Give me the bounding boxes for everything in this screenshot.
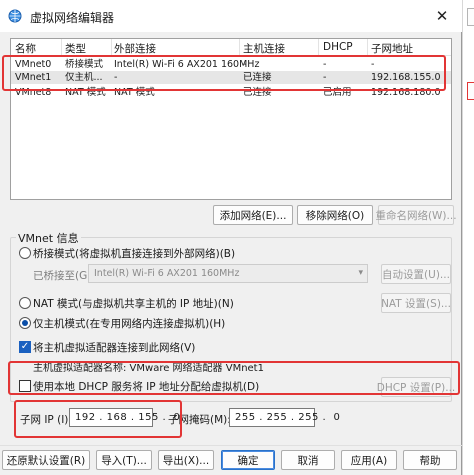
row-name: VMnet8: [15, 87, 52, 98]
use-dhcp-label[interactable]: 使用本地 DHCP 服务将 IP 地址分配给虚拟机(D): [33, 379, 259, 394]
row-dhcp: -: [323, 72, 327, 83]
window-title: 虚拟网络编辑器: [30, 11, 115, 25]
row-subnet: 192.168.155.0: [371, 72, 441, 83]
ok-button[interactable]: 确定: [221, 450, 275, 470]
adapter-name-text: 主机虚拟适配器名称: VMware 网络适配器 VMnet1: [33, 363, 264, 374]
add-network-button[interactable]: 添加网络(E)...: [213, 205, 293, 225]
host-only-label[interactable]: 仅主机模式(在专用网络内连接虚拟机)(H): [33, 316, 225, 331]
column-header-name[interactable]: 名称: [15, 41, 36, 56]
column-divider[interactable]: [239, 39, 240, 56]
bridged-to-label: 已桥接至(G):: [33, 270, 95, 282]
remove-network-button[interactable]: 移除网络(O): [297, 205, 373, 225]
nat-mode-radio[interactable]: [19, 297, 31, 309]
row-name: VMnet0: [15, 59, 52, 70]
row-host: -: [243, 59, 247, 70]
connect-adapter-checkbox[interactable]: ✓: [19, 341, 31, 353]
host-only-radio[interactable]: [19, 317, 31, 329]
rename-network-button[interactable]: 重命名网络(W)...: [375, 205, 457, 225]
column-header-subnet[interactable]: 子网地址: [371, 41, 413, 56]
chevron-down-icon: ▾: [358, 268, 363, 278]
row-external: Intel(R) Wi-Fi 6 AX201 160MHz: [114, 59, 260, 70]
column-divider[interactable]: [111, 39, 112, 56]
column-header-host[interactable]: 主机连接: [243, 41, 285, 56]
list-header: 名称 类型 外部连接 主机连接 DHCP 子网地址: [11, 39, 451, 56]
subnet-mask-label: 子网掩码(M):: [168, 414, 231, 426]
row-external: -: [114, 72, 118, 83]
row-subnet: -: [371, 59, 375, 70]
column-header-external[interactable]: 外部连接: [114, 41, 156, 56]
row-subnet: 192.168.180.0: [371, 87, 441, 98]
row-host: 已连接: [243, 87, 272, 98]
bridged-to-select[interactable]: Intel(R) Wi-Fi 6 AX201 160MHz ▾: [88, 264, 368, 283]
row-type: 仅主机...: [65, 72, 103, 83]
column-divider[interactable]: [318, 39, 319, 56]
footer-divider: [0, 445, 462, 446]
nat-settings-button[interactable]: NAT 设置(S)...: [381, 293, 451, 313]
column-divider[interactable]: [61, 39, 62, 56]
network-app-icon: [8, 9, 22, 23]
table-row[interactable]: VMnet8 NAT 模式 NAT 模式 已连接 已启用 192.168.180…: [11, 86, 451, 99]
virtual-network-editor-window: 虚拟网络编辑器 ✕ 名称 类型 外部连接 主机连接 DHCP 子网地址 VMne…: [0, 0, 462, 475]
row-external: NAT 模式: [114, 87, 155, 98]
column-divider[interactable]: [367, 39, 368, 56]
background-window-strip: [462, 0, 474, 475]
export-button[interactable]: 导出(X)...: [158, 450, 214, 470]
bridge-mode-label[interactable]: 桥接模式(将虚拟机直接连接到外部网络)(B): [33, 246, 235, 261]
row-dhcp: 已启用: [323, 87, 352, 98]
subnet-ip-label: 子网 IP (I):: [20, 414, 72, 426]
row-name: VMnet1: [15, 72, 52, 83]
import-button[interactable]: 导入(T)...: [96, 450, 152, 470]
apply-button[interactable]: 应用(A): [341, 450, 397, 470]
auto-settings-button[interactable]: 自动设置(U)...: [381, 264, 451, 284]
vmnet-info-label: VMnet 信息: [16, 230, 81, 246]
dhcp-settings-button[interactable]: DHCP 设置(P)...: [377, 377, 455, 397]
bridge-mode-radio[interactable]: [19, 247, 31, 259]
column-header-dhcp[interactable]: DHCP: [323, 41, 353, 53]
background-control-fragment: [467, 8, 474, 26]
nat-mode-label[interactable]: NAT 模式(与虚拟机共享主机的 IP 地址)(N): [33, 296, 234, 311]
restore-defaults-button[interactable]: 还原默认设置(R): [2, 450, 90, 470]
row-type: NAT 模式: [65, 87, 106, 98]
row-type: 桥接模式: [65, 59, 104, 70]
network-list[interactable]: 名称 类型 外部连接 主机连接 DHCP 子网地址 VMnet0 桥接模式 In…: [10, 38, 452, 200]
close-icon: ✕: [435, 7, 449, 25]
close-button[interactable]: ✕: [428, 4, 456, 28]
table-row-selected[interactable]: VMnet1 仅主机... - 已连接 - 192.168.155.0: [11, 71, 451, 84]
connect-adapter-label[interactable]: 将主机虚拟适配器连接到此网络(V): [33, 340, 195, 355]
row-host: 已连接: [243, 72, 272, 83]
cancel-button[interactable]: 取消: [281, 450, 335, 470]
row-dhcp: -: [323, 59, 327, 70]
title-bar: 虚拟网络编辑器 ✕: [0, 0, 462, 32]
column-header-type[interactable]: 类型: [65, 41, 86, 56]
subnet-ip-input[interactable]: 192 . 168 . 155 . 0: [69, 408, 180, 427]
subnet-mask-input[interactable]: 255 . 255 . 255 . 0: [229, 408, 340, 427]
help-button[interactable]: 帮助: [403, 450, 457, 470]
table-row[interactable]: VMnet0 桥接模式 Intel(R) Wi-Fi 6 AX201 160MH…: [11, 58, 451, 71]
use-dhcp-checkbox[interactable]: [19, 380, 31, 392]
background-control-fragment: [467, 82, 474, 100]
bridged-to-value: Intel(R) Wi-Fi 6 AX201 160MHz: [94, 268, 240, 279]
